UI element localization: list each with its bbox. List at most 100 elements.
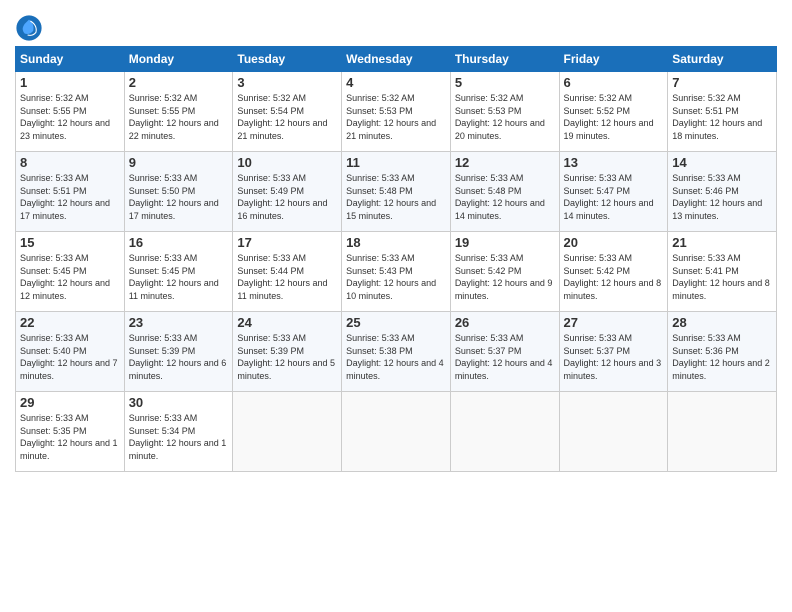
calendar-cell: 30 Sunrise: 5:33 AM Sunset: 5:34 PM Dayl…: [124, 392, 233, 472]
calendar-week-4: 22 Sunrise: 5:33 AM Sunset: 5:40 PM Dayl…: [16, 312, 777, 392]
day-number: 8: [20, 155, 120, 170]
calendar-cell: [450, 392, 559, 472]
day-number: 16: [129, 235, 229, 250]
day-number: 17: [237, 235, 337, 250]
calendar-header-row: Sunday Monday Tuesday Wednesday Thursday…: [16, 47, 777, 72]
cell-info: Sunrise: 5:33 AM Sunset: 5:37 PM Dayligh…: [455, 332, 555, 382]
day-number: 19: [455, 235, 555, 250]
cell-info: Sunrise: 5:32 AM Sunset: 5:52 PM Dayligh…: [564, 92, 664, 142]
cell-info: Sunrise: 5:33 AM Sunset: 5:47 PM Dayligh…: [564, 172, 664, 222]
calendar-cell: 24 Sunrise: 5:33 AM Sunset: 5:39 PM Dayl…: [233, 312, 342, 392]
cell-info: Sunrise: 5:33 AM Sunset: 5:39 PM Dayligh…: [237, 332, 337, 382]
col-sunday: Sunday: [16, 47, 125, 72]
calendar-cell: 26 Sunrise: 5:33 AM Sunset: 5:37 PM Dayl…: [450, 312, 559, 392]
calendar-week-3: 15 Sunrise: 5:33 AM Sunset: 5:45 PM Dayl…: [16, 232, 777, 312]
cell-info: Sunrise: 5:32 AM Sunset: 5:55 PM Dayligh…: [129, 92, 229, 142]
calendar-cell: 10 Sunrise: 5:33 AM Sunset: 5:49 PM Dayl…: [233, 152, 342, 232]
cell-info: Sunrise: 5:33 AM Sunset: 5:37 PM Dayligh…: [564, 332, 664, 382]
cell-info: Sunrise: 5:32 AM Sunset: 5:55 PM Dayligh…: [20, 92, 120, 142]
calendar-cell: 3 Sunrise: 5:32 AM Sunset: 5:54 PM Dayli…: [233, 72, 342, 152]
day-number: 27: [564, 315, 664, 330]
col-tuesday: Tuesday: [233, 47, 342, 72]
cell-info: Sunrise: 5:33 AM Sunset: 5:42 PM Dayligh…: [455, 252, 555, 302]
day-number: 28: [672, 315, 772, 330]
calendar-cell: 22 Sunrise: 5:33 AM Sunset: 5:40 PM Dayl…: [16, 312, 125, 392]
day-number: 24: [237, 315, 337, 330]
cell-info: Sunrise: 5:33 AM Sunset: 5:42 PM Dayligh…: [564, 252, 664, 302]
header: [15, 10, 777, 42]
cell-info: Sunrise: 5:33 AM Sunset: 5:45 PM Dayligh…: [129, 252, 229, 302]
calendar-cell: 7 Sunrise: 5:32 AM Sunset: 5:51 PM Dayli…: [668, 72, 777, 152]
cell-info: Sunrise: 5:32 AM Sunset: 5:53 PM Dayligh…: [346, 92, 446, 142]
col-thursday: Thursday: [450, 47, 559, 72]
day-number: 3: [237, 75, 337, 90]
calendar-cell: 2 Sunrise: 5:32 AM Sunset: 5:55 PM Dayli…: [124, 72, 233, 152]
calendar-cell: 25 Sunrise: 5:33 AM Sunset: 5:38 PM Dayl…: [342, 312, 451, 392]
cell-info: Sunrise: 5:33 AM Sunset: 5:48 PM Dayligh…: [346, 172, 446, 222]
page-container: Sunday Monday Tuesday Wednesday Thursday…: [0, 0, 792, 477]
cell-info: Sunrise: 5:33 AM Sunset: 5:44 PM Dayligh…: [237, 252, 337, 302]
day-number: 5: [455, 75, 555, 90]
col-friday: Friday: [559, 47, 668, 72]
cell-info: Sunrise: 5:33 AM Sunset: 5:50 PM Dayligh…: [129, 172, 229, 222]
calendar-cell: 12 Sunrise: 5:33 AM Sunset: 5:48 PM Dayl…: [450, 152, 559, 232]
cell-info: Sunrise: 5:33 AM Sunset: 5:46 PM Dayligh…: [672, 172, 772, 222]
cell-info: Sunrise: 5:33 AM Sunset: 5:35 PM Dayligh…: [20, 412, 120, 462]
col-saturday: Saturday: [668, 47, 777, 72]
day-number: 25: [346, 315, 446, 330]
day-number: 26: [455, 315, 555, 330]
calendar-cell: 13 Sunrise: 5:33 AM Sunset: 5:47 PM Dayl…: [559, 152, 668, 232]
calendar-table: Sunday Monday Tuesday Wednesday Thursday…: [15, 46, 777, 472]
day-number: 23: [129, 315, 229, 330]
cell-info: Sunrise: 5:33 AM Sunset: 5:39 PM Dayligh…: [129, 332, 229, 382]
cell-info: Sunrise: 5:33 AM Sunset: 5:43 PM Dayligh…: [346, 252, 446, 302]
cell-info: Sunrise: 5:33 AM Sunset: 5:49 PM Dayligh…: [237, 172, 337, 222]
day-number: 29: [20, 395, 120, 410]
calendar-cell: 6 Sunrise: 5:32 AM Sunset: 5:52 PM Dayli…: [559, 72, 668, 152]
calendar-cell: [559, 392, 668, 472]
cell-info: Sunrise: 5:32 AM Sunset: 5:54 PM Dayligh…: [237, 92, 337, 142]
col-wednesday: Wednesday: [342, 47, 451, 72]
calendar-cell: 8 Sunrise: 5:33 AM Sunset: 5:51 PM Dayli…: [16, 152, 125, 232]
calendar-week-1: 1 Sunrise: 5:32 AM Sunset: 5:55 PM Dayli…: [16, 72, 777, 152]
day-number: 18: [346, 235, 446, 250]
calendar-cell: [342, 392, 451, 472]
calendar-cell: 20 Sunrise: 5:33 AM Sunset: 5:42 PM Dayl…: [559, 232, 668, 312]
calendar-cell: 4 Sunrise: 5:32 AM Sunset: 5:53 PM Dayli…: [342, 72, 451, 152]
calendar-week-2: 8 Sunrise: 5:33 AM Sunset: 5:51 PM Dayli…: [16, 152, 777, 232]
day-number: 6: [564, 75, 664, 90]
cell-info: Sunrise: 5:33 AM Sunset: 5:45 PM Dayligh…: [20, 252, 120, 302]
calendar-cell: 17 Sunrise: 5:33 AM Sunset: 5:44 PM Dayl…: [233, 232, 342, 312]
calendar-cell: 21 Sunrise: 5:33 AM Sunset: 5:41 PM Dayl…: [668, 232, 777, 312]
day-number: 14: [672, 155, 772, 170]
cell-info: Sunrise: 5:33 AM Sunset: 5:34 PM Dayligh…: [129, 412, 229, 462]
cell-info: Sunrise: 5:33 AM Sunset: 5:51 PM Dayligh…: [20, 172, 120, 222]
cell-info: Sunrise: 5:33 AM Sunset: 5:41 PM Dayligh…: [672, 252, 772, 302]
calendar-cell: 9 Sunrise: 5:33 AM Sunset: 5:50 PM Dayli…: [124, 152, 233, 232]
day-number: 30: [129, 395, 229, 410]
calendar-cell: 19 Sunrise: 5:33 AM Sunset: 5:42 PM Dayl…: [450, 232, 559, 312]
day-number: 11: [346, 155, 446, 170]
day-number: 1: [20, 75, 120, 90]
day-number: 13: [564, 155, 664, 170]
calendar-cell: 18 Sunrise: 5:33 AM Sunset: 5:43 PM Dayl…: [342, 232, 451, 312]
col-monday: Monday: [124, 47, 233, 72]
calendar-week-5: 29 Sunrise: 5:33 AM Sunset: 5:35 PM Dayl…: [16, 392, 777, 472]
day-number: 20: [564, 235, 664, 250]
cell-info: Sunrise: 5:33 AM Sunset: 5:48 PM Dayligh…: [455, 172, 555, 222]
calendar-cell: 29 Sunrise: 5:33 AM Sunset: 5:35 PM Dayl…: [16, 392, 125, 472]
calendar-cell: 27 Sunrise: 5:33 AM Sunset: 5:37 PM Dayl…: [559, 312, 668, 392]
logo: [15, 14, 45, 42]
day-number: 9: [129, 155, 229, 170]
calendar-cell: 14 Sunrise: 5:33 AM Sunset: 5:46 PM Dayl…: [668, 152, 777, 232]
cell-info: Sunrise: 5:33 AM Sunset: 5:36 PM Dayligh…: [672, 332, 772, 382]
day-number: 7: [672, 75, 772, 90]
calendar-cell: 28 Sunrise: 5:33 AM Sunset: 5:36 PM Dayl…: [668, 312, 777, 392]
calendar-cell: 1 Sunrise: 5:32 AM Sunset: 5:55 PM Dayli…: [16, 72, 125, 152]
calendar-cell: 5 Sunrise: 5:32 AM Sunset: 5:53 PM Dayli…: [450, 72, 559, 152]
day-number: 10: [237, 155, 337, 170]
day-number: 12: [455, 155, 555, 170]
cell-info: Sunrise: 5:32 AM Sunset: 5:51 PM Dayligh…: [672, 92, 772, 142]
calendar-cell: [668, 392, 777, 472]
day-number: 4: [346, 75, 446, 90]
